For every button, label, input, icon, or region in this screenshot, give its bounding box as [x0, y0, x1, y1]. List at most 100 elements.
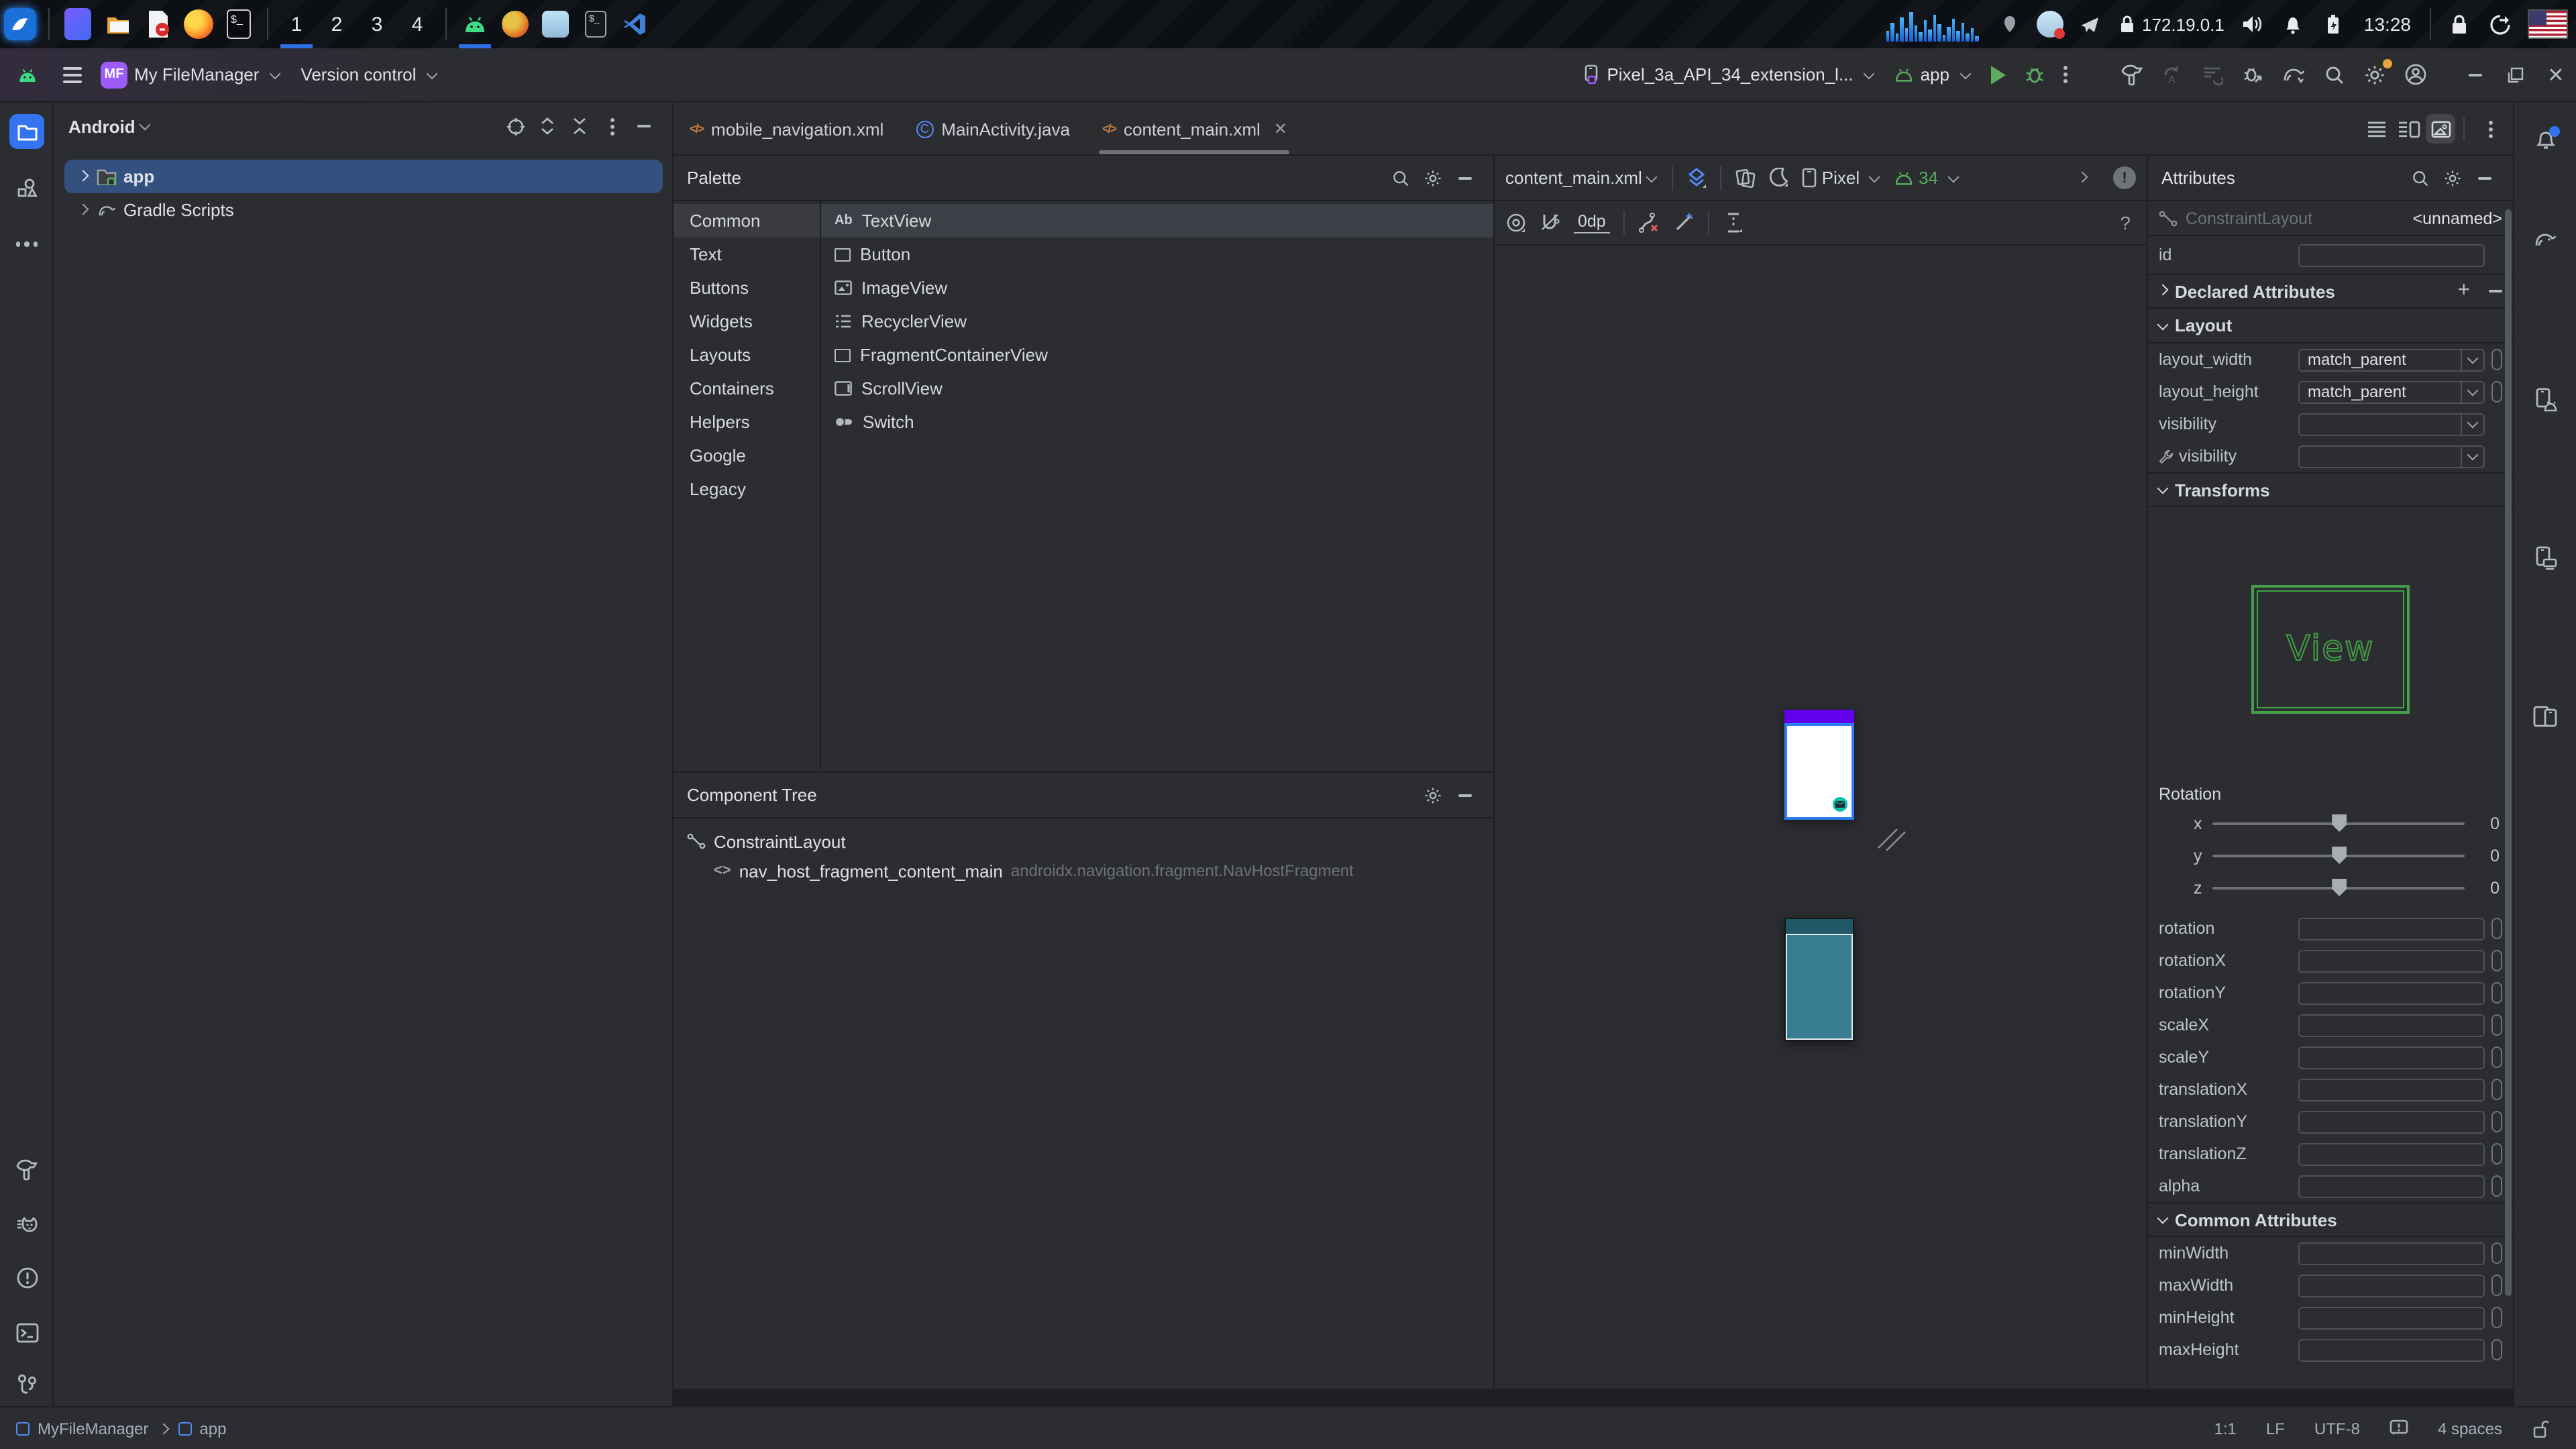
tab-content-main[interactable]: </> content_main.xml ✕: [1086, 103, 1303, 154]
more-actions-button[interactable]: [2054, 56, 2077, 93]
problems-tool-button[interactable]: [9, 1260, 44, 1295]
search-everywhere-button[interactable]: [2314, 56, 2355, 93]
guidelines-button[interactable]: [1723, 212, 1744, 233]
more-tool-windows-button[interactable]: [9, 227, 44, 262]
rotationy-resource-toggle[interactable]: [2491, 982, 2502, 1004]
settings-button[interactable]: [2355, 56, 2395, 93]
terminal-tool-button[interactable]: [9, 1315, 44, 1350]
launcher-terminal[interactable]: $_: [219, 0, 259, 48]
lock-screen-icon[interactable]: [2439, 0, 2479, 48]
expand-all-icon[interactable]: [533, 111, 562, 141]
task-firefox[interactable]: [495, 0, 535, 48]
translationx-input[interactable]: [2298, 1078, 2485, 1101]
version-control-tool-button[interactable]: [9, 1367, 44, 1402]
maxheight-input[interactable]: [2298, 1338, 2485, 1361]
rerun-disabled-button[interactable]: A: [2152, 56, 2192, 93]
alpha-input[interactable]: [2298, 1175, 2485, 1197]
design-file-selector[interactable]: content_main.xml: [1505, 168, 1658, 188]
launcher-firefox[interactable]: [178, 0, 219, 48]
minwidth-input[interactable]: [2298, 1242, 2485, 1265]
remove-attribute-button[interactable]: [2489, 290, 2502, 292]
launcher-document-app[interactable]: [138, 0, 178, 48]
palette-item-switch[interactable]: Switch: [821, 405, 1493, 439]
workspace-4[interactable]: 4: [397, 0, 437, 48]
night-mode-selector[interactable]: [1770, 168, 1788, 188]
window-close-button[interactable]: ✕: [2536, 54, 2576, 95]
bottom-splitter[interactable]: [674, 1389, 2513, 1406]
clock[interactable]: 13:28: [2353, 0, 2422, 48]
project-view-selector[interactable]: Android: [68, 116, 136, 136]
translationy-resource-toggle[interactable]: [2491, 1111, 2502, 1132]
issue-badge[interactable]: !: [2113, 166, 2136, 189]
layout-height-resource-toggle[interactable]: [2491, 381, 2502, 402]
workspace-2[interactable]: 2: [317, 0, 357, 48]
collapse-all-icon[interactable]: [565, 111, 594, 141]
layout-width-resource-toggle[interactable]: [2491, 349, 2502, 370]
api-version-selector[interactable]: 34: [1894, 168, 1960, 188]
run-configuration-selector[interactable]: app: [1886, 56, 1982, 93]
palette-category-legacy[interactable]: Legacy: [674, 472, 820, 506]
design-preview-phone[interactable]: [1784, 710, 1854, 820]
launcher-folder-app[interactable]: [98, 0, 138, 48]
device-selector[interactable]: Pixel_3a_API_34_extension_l...: [1573, 56, 1885, 93]
minheight-input[interactable]: [2298, 1306, 2485, 1329]
surface-mode-selector[interactable]: [1686, 167, 1707, 189]
editor-options-menu[interactable]: [2475, 114, 2505, 144]
gradle-sync-button[interactable]: [2273, 56, 2314, 93]
running-devices-tool-button[interactable]: [2528, 699, 2563, 734]
default-margin-selector[interactable]: 0dp: [1574, 212, 1610, 233]
autoconnect-button[interactable]: [1540, 212, 1560, 233]
component-tree-root[interactable]: ConstraintLayout: [674, 826, 1493, 856]
gradle-tool-button[interactable]: [2528, 221, 2563, 256]
translationz-resource-toggle[interactable]: [2491, 1143, 2502, 1165]
close-tab-icon[interactable]: ✕: [1274, 119, 1287, 138]
project-widget[interactable]: MF My FileManager: [91, 56, 291, 93]
resource-manager-tool-button[interactable]: [9, 170, 44, 205]
view-options-button[interactable]: [1505, 212, 1527, 233]
rotationx-resource-toggle[interactable]: [2491, 950, 2502, 971]
palette-category-buttons[interactable]: Buttons: [674, 271, 820, 305]
attributes-scrollbar[interactable]: [2505, 209, 2512, 1363]
design-preview-fab[interactable]: [1833, 797, 1847, 812]
tab-mainactivity[interactable]: C MainActivity.java: [900, 103, 1086, 154]
palette-item-button[interactable]: Button: [821, 237, 1493, 271]
volume-icon[interactable]: [2233, 0, 2273, 48]
window-maximize-button[interactable]: [2496, 54, 2536, 95]
logout-icon[interactable]: [2479, 0, 2520, 48]
scaley-input[interactable]: [2298, 1046, 2485, 1069]
scaley-resource-toggle[interactable]: [2491, 1046, 2502, 1068]
project-tool-button[interactable]: [9, 114, 44, 149]
id-input[interactable]: [2298, 244, 2485, 266]
palette-search-icon[interactable]: [1386, 163, 1415, 193]
scalex-resource-toggle[interactable]: [2491, 1014, 2502, 1036]
palette-category-helpers[interactable]: Helpers: [674, 405, 820, 439]
tray-avatar-icon[interactable]: [2029, 0, 2070, 48]
workspace-3[interactable]: 3: [357, 0, 397, 48]
rotationx-input[interactable]: [2298, 949, 2485, 972]
indent-widget[interactable]: 4 spaces: [2438, 1419, 2502, 1438]
hide-project-panel-icon[interactable]: [629, 111, 659, 141]
profile-button[interactable]: [2395, 56, 2436, 93]
window-minimize-button[interactable]: [2455, 54, 2496, 95]
locate-file-icon[interactable]: [500, 111, 530, 141]
project-tree-item-gradle-scripts[interactable]: Gradle Scripts: [55, 193, 672, 227]
toolbar-overflow-chevron[interactable]: [2077, 171, 2088, 182]
palette-category-common[interactable]: Common: [674, 204, 820, 237]
palette-category-layouts[interactable]: Layouts: [674, 338, 820, 372]
task-vscode[interactable]: [616, 0, 656, 48]
project-tree-item-app[interactable]: app: [64, 160, 663, 193]
rotation-input[interactable]: [2298, 917, 2485, 940]
transforms-section[interactable]: Transforms: [2148, 472, 2513, 507]
translationx-resource-toggle[interactable]: [2491, 1079, 2502, 1100]
palette-settings-icon[interactable]: [1418, 163, 1448, 193]
distro-menu-button[interactable]: [0, 0, 40, 48]
tray-telegram-icon[interactable]: [2070, 0, 2110, 48]
task-android-studio[interactable]: [455, 0, 495, 48]
build-tool-button[interactable]: [9, 1152, 44, 1187]
battery-icon[interactable]: [2313, 0, 2353, 48]
design-preview-body[interactable]: [1784, 723, 1854, 820]
palette-category-text[interactable]: Text: [674, 237, 820, 271]
rotation-y-slider[interactable]: [2213, 855, 2465, 857]
attributes-search-icon[interactable]: [2406, 163, 2435, 193]
vcs-widget[interactable]: Version control: [291, 56, 448, 93]
